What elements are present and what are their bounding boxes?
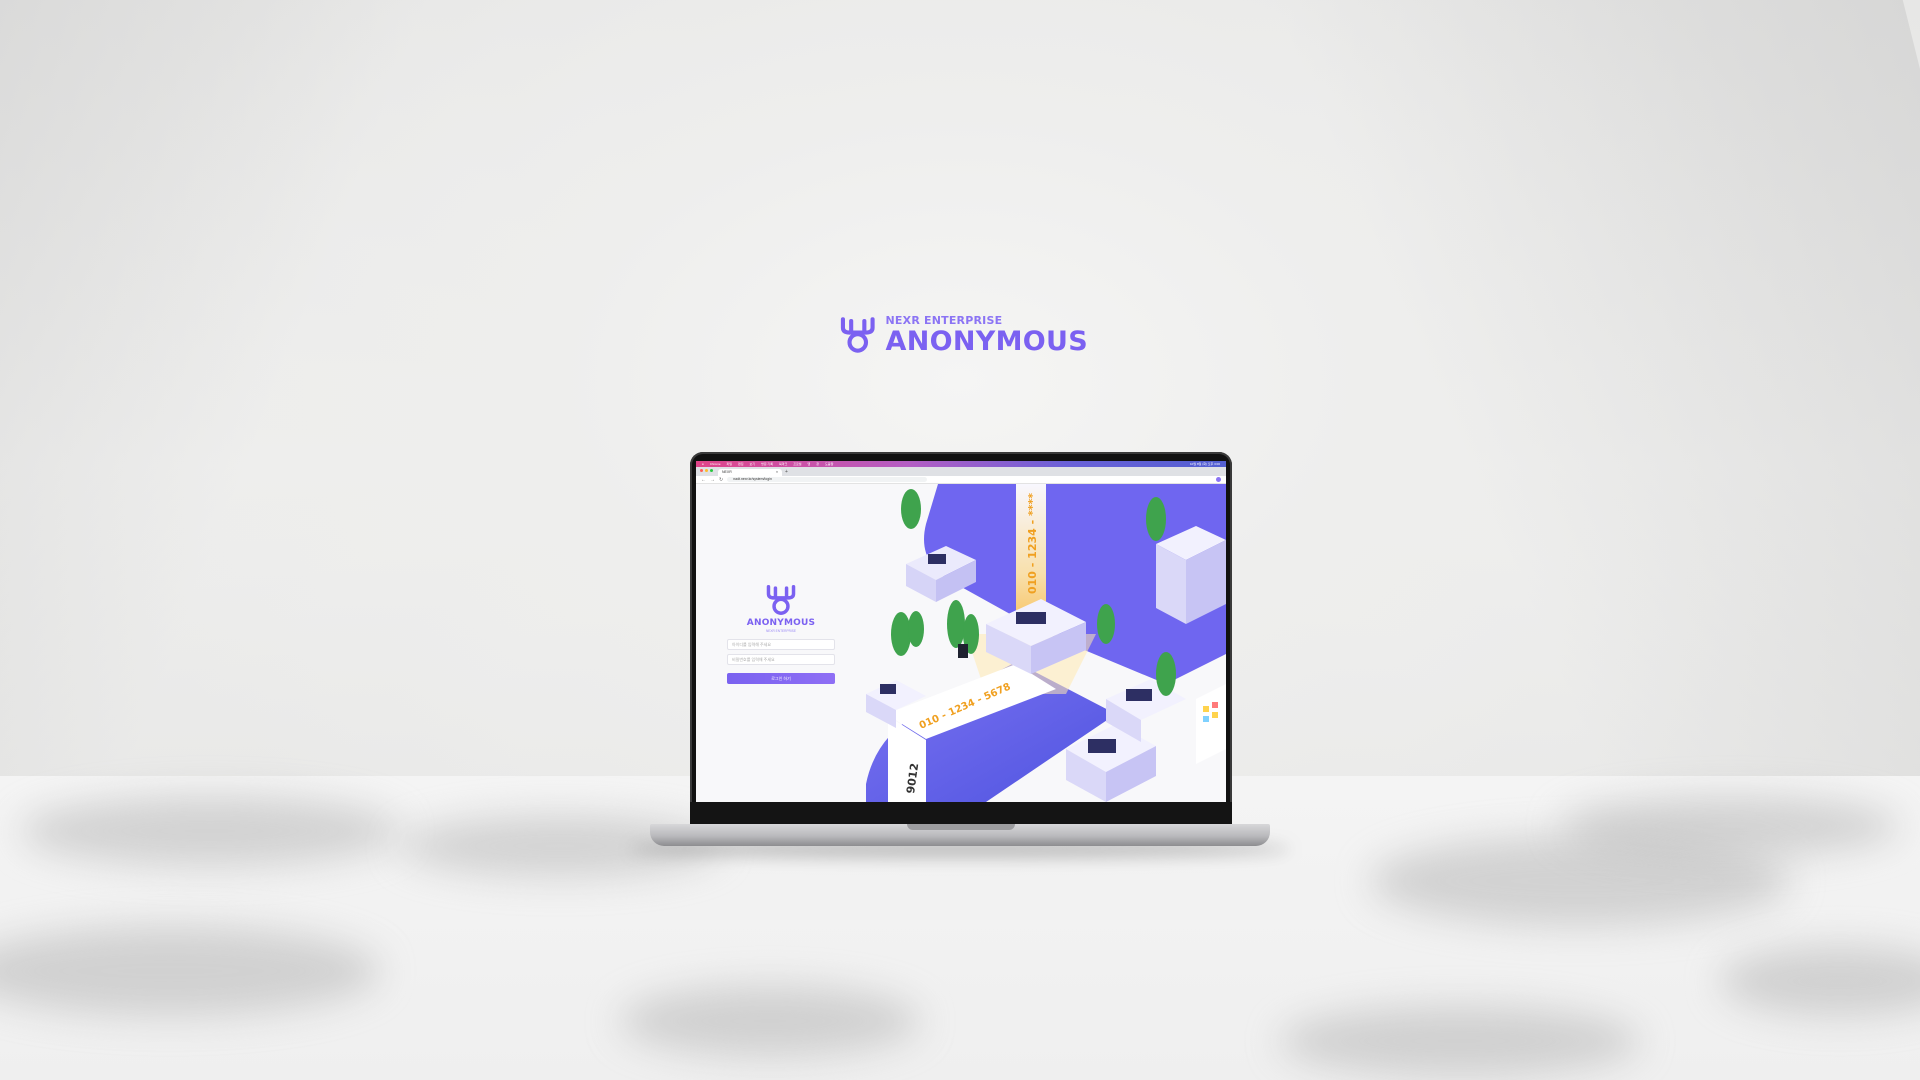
profile-avatar[interactable]: [1216, 477, 1221, 482]
browser-tabbar: NEXR × +: [696, 467, 1226, 476]
menu-item[interactable]: 편집: [738, 462, 744, 466]
floor-shadow: [20, 796, 400, 866]
menu-item[interactable]: 파일: [726, 462, 732, 466]
browser-toolbar: ← → ↻ nadt.nexr.kr/system/login: [696, 476, 1226, 484]
laptop-screen: ● Chrome 파일 편집 보기 방문 기록 북마크 프로필 탭 창 도움말 …: [696, 461, 1226, 802]
browser-tab[interactable]: NEXR ×: [718, 469, 782, 476]
tab-close-icon[interactable]: ×: [776, 470, 778, 475]
menu-item[interactable]: 프로필: [793, 462, 801, 466]
back-icon[interactable]: ←: [701, 477, 706, 483]
tab-title: NEXR: [722, 470, 732, 474]
id-input[interactable]: 아이디를 입력해 주세요: [727, 639, 835, 650]
reload-icon[interactable]: ↻: [719, 477, 723, 483]
menu-item[interactable]: 북마크: [779, 462, 787, 466]
menu-item[interactable]: Chrome: [710, 462, 721, 466]
plant-pot: [958, 644, 968, 658]
brand-title: ANONYMOUS: [885, 326, 1088, 357]
menu-item[interactable]: 보기: [750, 462, 756, 466]
menu-item[interactable]: 도움말: [825, 462, 833, 466]
brand-subtitle: NEXR ENTERPRISE: [885, 314, 1003, 327]
number-strip-vertical: 010 - 1234 - ****: [1026, 493, 1039, 594]
brand-logo: NEXR ENTERPRISE ANONYMOUS: [838, 310, 1088, 360]
minimize-window-icon[interactable]: [705, 469, 708, 472]
floor-shadow: [1280, 1006, 1640, 1076]
forward-icon[interactable]: →: [710, 477, 715, 483]
laptop-chin: [690, 802, 1232, 824]
login-subtitle: NEXR ENTERPRISE: [765, 629, 797, 633]
address-bar[interactable]: nadt.nexr.kr/system/login: [727, 477, 928, 482]
menu-item[interactable]: 창: [816, 462, 819, 466]
floor-shadow: [620, 986, 920, 1056]
apple-icon[interactable]: ●: [702, 462, 704, 466]
laptop-opening-notch: [907, 824, 1015, 830]
isometric-illustration: 010 - 1234 - **** 010 - 1234 - 5678 9012: [866, 484, 1226, 802]
number-strip-vertical-text: 010 - 1234 - ****: [1026, 493, 1039, 594]
floor-shadow: [1560, 796, 1900, 856]
menubar-clock[interactable]: 10월 8일 (화) 오후 3:00: [1190, 462, 1220, 466]
window-controls: [700, 469, 713, 472]
new-tab-button[interactable]: +: [785, 469, 788, 476]
antler-logo-icon: [840, 317, 875, 353]
login-panel: ANONYMOUS NEXR ENTERPRISE 아이디를 입력해 주세요 비…: [696, 484, 866, 802]
menu-item[interactable]: 탭: [808, 462, 811, 466]
login-title: ANONYMOUS: [746, 618, 816, 628]
sticky-board: [1196, 684, 1226, 764]
floor-shadow: [1720, 946, 1920, 1016]
floor-shadow: [0, 926, 380, 1016]
login-button[interactable]: 로그인 하기: [727, 673, 835, 684]
login-page: ANONYMOUS NEXR ENTERPRISE 아이디를 입력해 주세요 비…: [696, 484, 1226, 802]
antler-logo-icon: [766, 585, 796, 615]
close-window-icon[interactable]: [700, 469, 703, 472]
maximize-window-icon[interactable]: [710, 469, 713, 472]
password-input[interactable]: 비밀번호를 입력해 주세요: [727, 654, 835, 665]
menu-item[interactable]: 방문 기록: [761, 462, 773, 466]
